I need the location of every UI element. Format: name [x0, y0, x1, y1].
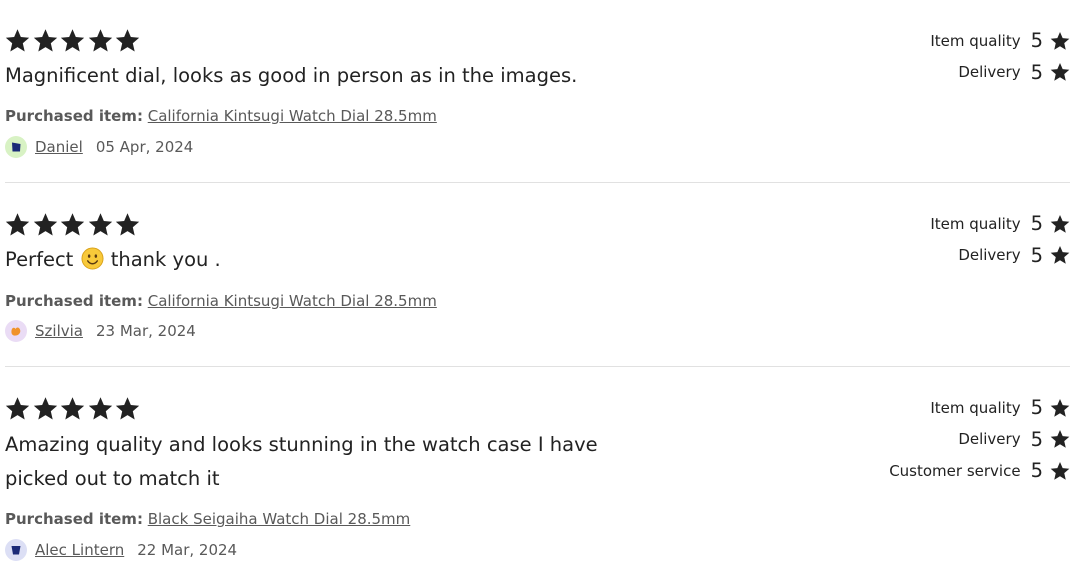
rating-row-delivery: Delivery 5 [930, 240, 1070, 272]
rating-breakdown: Item quality 5 Delivery 5 Customer servi… [889, 392, 1070, 487]
rating-value: 5 [1030, 243, 1043, 267]
star-rating [5, 212, 143, 238]
star-icon [1050, 398, 1070, 418]
rating-label: Delivery [958, 430, 1021, 449]
avatar [5, 539, 27, 561]
review-text: Magnificent dial, looks as good in perso… [5, 64, 578, 87]
star-icon [33, 396, 61, 422]
purchased-item: Purchased item: California Kintsugi Watc… [5, 291, 437, 311]
star-icon [1050, 31, 1070, 51]
purchased-item-label: Purchased item: [5, 292, 143, 310]
star-rating [5, 28, 143, 54]
purchased-item-label: Purchased item: [5, 510, 143, 528]
star-icon [1050, 429, 1070, 449]
rating-value: 5 [1030, 427, 1043, 451]
star-icon [115, 396, 143, 422]
rating-breakdown: Item quality 5 Delivery 5 [930, 208, 1070, 271]
review-date: 22 Mar, 2024 [137, 541, 238, 559]
star-icon [60, 212, 88, 238]
review-text: Perfect thank you . [5, 243, 605, 277]
review-item: Magnificent dial, looks as good in perso… [5, 28, 1070, 168]
rating-label: Item quality [930, 398, 1021, 417]
rating-label: Delivery [958, 246, 1021, 265]
review-item: Perfect thank you . Purchased item: Cali… [5, 212, 1070, 352]
star-icon [1050, 214, 1070, 234]
star-icon [5, 396, 33, 422]
purchased-item-link[interactable]: California Kintsugi Watch Dial 28.5mm [148, 107, 437, 125]
star-icon [33, 212, 61, 238]
reviewer-info: Daniel 05 Apr, 2024 [5, 135, 193, 159]
star-rating [5, 396, 143, 422]
review-divider [5, 366, 1070, 367]
rating-label: Customer service [889, 461, 1021, 480]
rating-value: 5 [1030, 212, 1043, 236]
review-date: 23 Mar, 2024 [95, 322, 196, 340]
review-text-part: thank you . [110, 248, 221, 271]
rating-label: Item quality [930, 214, 1021, 233]
avatar [5, 136, 27, 158]
rating-row-delivery: Delivery 5 [930, 57, 1070, 89]
rating-label: Delivery [958, 63, 1021, 82]
star-icon [1050, 245, 1070, 265]
reviewer-name-link[interactable]: Alec Lintern [35, 541, 124, 559]
star-icon [1050, 62, 1070, 82]
star-icon [5, 212, 33, 238]
avatar [5, 320, 27, 342]
star-icon [60, 396, 88, 422]
purchased-item-link[interactable]: California Kintsugi Watch Dial 28.5mm [148, 292, 437, 310]
review-date: 05 Apr, 2024 [95, 138, 194, 156]
rating-row-item-quality: Item quality 5 [930, 208, 1070, 240]
review-divider [5, 182, 1070, 183]
star-icon [88, 28, 116, 54]
rating-value: 5 [1030, 60, 1043, 84]
star-icon [115, 28, 143, 54]
rating-row-item-quality: Item quality 5 [930, 25, 1070, 57]
star-icon [115, 212, 143, 238]
star-icon [5, 28, 33, 54]
rating-row-item-quality: Item quality 5 [889, 392, 1070, 424]
star-icon [60, 28, 88, 54]
rating-breakdown: Item quality 5 Delivery 5 [930, 25, 1070, 88]
reviewer-info: Szilvia 23 Mar, 2024 [5, 319, 196, 343]
reviewer-name-link[interactable]: Daniel [35, 138, 83, 156]
review-item: Amazing quality and looks stunning in th… [5, 396, 1070, 576]
rating-label: Item quality [930, 31, 1021, 50]
star-icon [88, 212, 116, 238]
slightly-smiling-face-icon [80, 247, 104, 270]
rating-row-delivery: Delivery 5 [889, 424, 1070, 456]
purchased-item: Purchased item: California Kintsugi Watc… [5, 106, 437, 126]
reviewer-name-link[interactable]: Szilvia [35, 322, 83, 340]
rating-row-customer-service: Customer service 5 [889, 455, 1070, 487]
purchased-item-link[interactable]: Black Seigaiha Watch Dial 28.5mm [148, 510, 411, 528]
rating-value: 5 [1030, 29, 1043, 53]
review-text-part: Perfect [5, 248, 74, 271]
purchased-item: Purchased item: Black Seigaiha Watch Dia… [5, 509, 410, 529]
rating-value: 5 [1030, 459, 1043, 483]
review-text: Amazing quality and looks stunning in th… [5, 433, 598, 490]
purchased-item-label: Purchased item: [5, 107, 143, 125]
star-icon [88, 396, 116, 422]
reviewer-info: Alec Lintern 22 Mar, 2024 [5, 538, 237, 562]
rating-value: 5 [1030, 396, 1043, 420]
star-icon [1050, 461, 1070, 481]
star-icon [33, 28, 61, 54]
